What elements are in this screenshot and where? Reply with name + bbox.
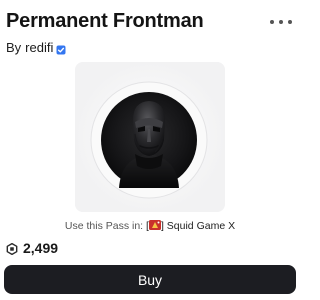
pass-usage-prefix: Use this Pass in:: [64, 220, 144, 232]
experience-title: Squid Game X: [163, 220, 236, 232]
more-dot: [288, 20, 292, 24]
price-row: 2,499: [6, 240, 58, 256]
game-pass-page: Permanent Frontman By redifi Use this Pa…: [0, 0, 300, 300]
creator-link[interactable]: redifi: [25, 40, 53, 55]
experience-link[interactable]: [] Squid Game X: [146, 220, 235, 232]
pass-usage-line: Use this Pass in: [] Squid Game X: [0, 220, 300, 232]
frontman-mask-image: [75, 62, 225, 212]
more-dot: [279, 20, 283, 24]
pass-thumbnail: [75, 62, 225, 212]
by-label: By: [6, 40, 22, 55]
more-dot: [270, 20, 274, 24]
item-title: Permanent Frontman: [6, 10, 204, 32]
robux-icon: [6, 242, 18, 256]
price-amount: 2,499: [23, 240, 59, 256]
more-options-icon[interactable]: [270, 16, 292, 28]
buy-button[interactable]: Buy: [4, 265, 296, 294]
verified-badge-icon: [56, 43, 66, 54]
party-popper-icon: [148, 220, 161, 230]
creator-byline: By redifi: [6, 40, 66, 55]
